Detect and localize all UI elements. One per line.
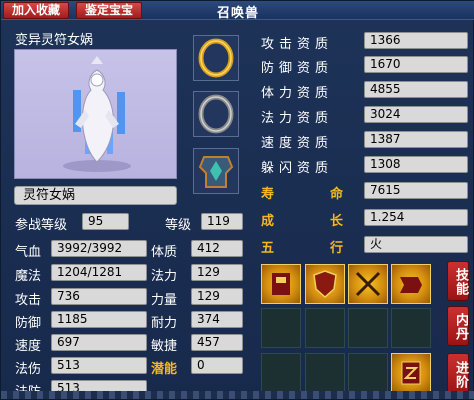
- magic-damage-label: 法伤: [15, 362, 42, 377]
- hp-label: 气血: [15, 245, 42, 260]
- magic-aptitude-value: 3024: [364, 106, 468, 123]
- skill-slot-3[interactable]: [348, 264, 388, 304]
- growth-label: 成长: [261, 210, 353, 229]
- strength-value: 129: [191, 288, 243, 305]
- skill-icon: [272, 273, 290, 295]
- potential-value: 0: [191, 357, 243, 374]
- magic-power-label: 法力: [151, 269, 178, 284]
- armor-icon: [198, 156, 234, 188]
- skill-slot-9[interactable]: [261, 353, 301, 393]
- lifespan-value: 7615: [364, 182, 468, 199]
- element-value: 火: [364, 236, 468, 253]
- strength-label: 力量: [151, 293, 178, 308]
- attack-label: 攻击: [15, 293, 42, 308]
- level-label: 等级: [165, 218, 192, 233]
- speed-value: 697: [51, 334, 147, 351]
- speed-aptitude-value: 1387: [364, 131, 468, 148]
- skill-icon: [401, 361, 421, 385]
- lifespan-label: 寿命: [261, 183, 353, 202]
- skill-slot-10[interactable]: [305, 353, 345, 393]
- skill-slot-11[interactable]: [348, 353, 388, 393]
- battle-level-value: 95: [82, 213, 129, 230]
- endurance-label: 耐力: [151, 316, 178, 331]
- stamina-aptitude-label: 体力资质: [261, 86, 334, 101]
- skill-icon: [400, 277, 422, 293]
- equip-slot-3[interactable]: [193, 148, 239, 194]
- pet-figure-icon: [63, 56, 131, 172]
- dodge-aptitude-label: 躲闪资质: [261, 161, 334, 176]
- footer-border: [1, 391, 474, 399]
- ring-icon: [198, 38, 234, 78]
- speed-aptitude-label: 速度资质: [261, 136, 334, 151]
- skill-slot-8[interactable]: [391, 308, 431, 348]
- attack-aptitude-label: 攻击资质: [261, 37, 334, 52]
- growth-value: 1.254: [364, 209, 468, 226]
- magic-damage-value: 513: [51, 357, 147, 374]
- element-label: 五行: [261, 237, 353, 256]
- agility-value: 457: [191, 334, 243, 351]
- magic-power-value: 129: [191, 264, 243, 281]
- potential-label: 潜能: [151, 362, 178, 377]
- defense-aptitude-label: 防御资质: [261, 61, 334, 76]
- level-value: 119: [201, 213, 243, 230]
- inner-pill-tab-button[interactable]: 内丹: [447, 306, 469, 346]
- defense-label: 防御: [15, 316, 42, 331]
- hp-value: 3992/3992: [51, 240, 147, 257]
- constitution-label: 体质: [151, 245, 178, 260]
- defense-value: 1185: [51, 311, 147, 328]
- endurance-value: 374: [191, 311, 243, 328]
- skill-slot-1[interactable]: [261, 264, 301, 304]
- skill-slot-5[interactable]: [261, 308, 301, 348]
- attack-value: 736: [51, 288, 147, 305]
- stamina-aptitude-value: 4855: [364, 81, 468, 98]
- appraise-pet-button[interactable]: 鉴定宝宝: [76, 2, 142, 19]
- defense-aptitude-value: 1670: [364, 56, 468, 73]
- equip-slot-1[interactable]: [193, 35, 239, 81]
- magic-aptitude-label: 法力资质: [261, 111, 334, 126]
- agility-label: 敏捷: [151, 339, 178, 354]
- skill-slot-6[interactable]: [305, 308, 345, 348]
- skill-slot-4[interactable]: [391, 264, 431, 304]
- skill-slot-2[interactable]: [305, 264, 345, 304]
- pet-name-field[interactable]: 灵符女娲: [14, 186, 177, 205]
- equip-slot-2[interactable]: [193, 91, 239, 137]
- mp-label: 魔法: [15, 269, 42, 284]
- skill-slot-12[interactable]: [391, 353, 431, 393]
- battle-level-label: 参战等级: [15, 218, 68, 233]
- advance-tab-button[interactable]: 进阶: [447, 353, 469, 395]
- pet-display-name: 变异灵符女娲: [15, 33, 94, 48]
- title-bar: 召唤兽 加入收藏 鉴定宝宝: [1, 1, 474, 21]
- window-title: 召唤兽: [216, 6, 259, 21]
- attack-aptitude-value: 1366: [364, 32, 468, 49]
- pet-portrait: [14, 49, 177, 179]
- skill-slot-7[interactable]: [348, 308, 388, 348]
- skills-tab-button[interactable]: 技能: [447, 261, 469, 301]
- skill-icon: [355, 271, 381, 297]
- mp-value: 1204/1281: [51, 264, 147, 281]
- add-favorite-button[interactable]: 加入收藏: [3, 2, 69, 19]
- speed-label: 速度: [15, 339, 42, 354]
- constitution-value: 412: [191, 240, 243, 257]
- skill-icon: [313, 270, 337, 299]
- dodge-aptitude-value: 1308: [364, 156, 468, 173]
- pet-window: 召唤兽 加入收藏 鉴定宝宝 变异灵符女娲 灵符女娲 参战等级 95 等级 119…: [0, 0, 474, 400]
- ring-icon: [198, 94, 234, 134]
